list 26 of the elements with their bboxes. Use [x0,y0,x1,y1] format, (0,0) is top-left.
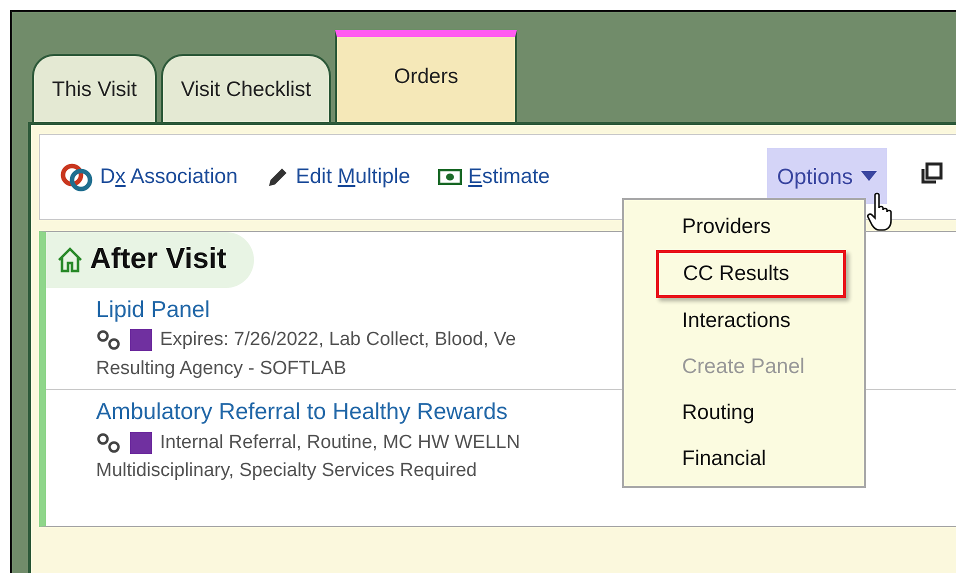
menu-item[interactable]: Routing [624,390,864,436]
tab[interactable]: Orders [335,30,518,122]
options-button[interactable]: Options [767,148,887,204]
menu-item[interactable]: CC Results [656,250,846,298]
menu-item[interactable]: Providers [624,204,864,250]
link[interactable]: Dx Association [100,161,238,193]
linked-circles-icon [96,432,122,454]
section-title: After Visit [90,242,226,277]
link[interactable]: Estimate [468,161,550,193]
tab[interactable]: Visit Checklist [160,54,332,122]
link[interactable]: Edit Multiple [296,161,410,193]
money-icon [438,169,462,185]
linked-circles-icon [96,329,122,352]
caret-icon [860,171,877,181]
home-icon [56,246,84,274]
order-details: Resulting Agency - SOFTLAB [96,356,346,380]
menu-item[interactable]: Interactions [624,298,864,344]
order-details: Multidisciplinary, Specialty Services Required [96,459,477,483]
tab[interactable]: This Visit [32,54,157,122]
menu-item: Create Panel [681,354,806,380]
order-details: Internal Referral, Routine, MC HW WELLN [160,430,520,454]
order-link[interactable]: Lipid Panel [96,292,210,326]
order-link[interactable]: Ambulatory Referral to Healthy Rewards [96,394,508,428]
menu-item[interactable]: Financial [624,436,864,482]
link-rings-icon [60,162,94,192]
order-details: Expires: 7/26/2022, Lab Collect, Blood, Ve [160,328,516,352]
